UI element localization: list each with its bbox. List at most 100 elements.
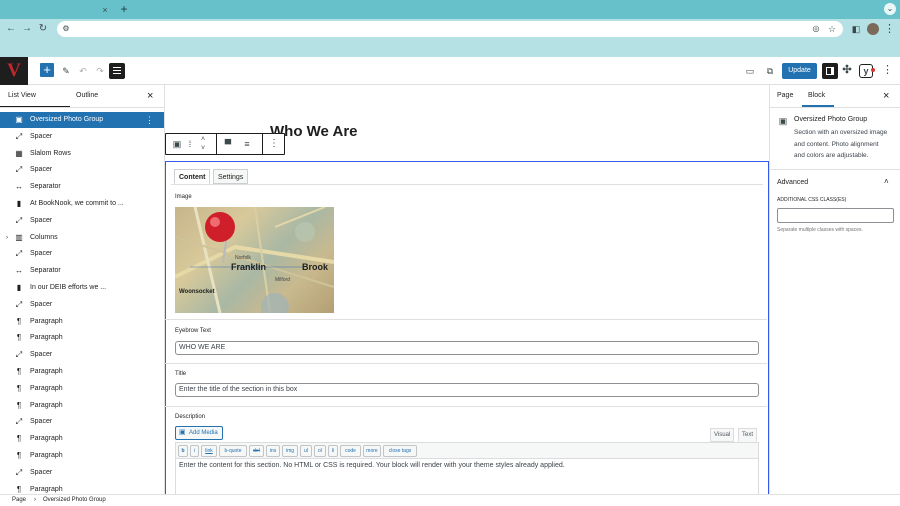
- quicktag-button[interactable]: ins: [266, 445, 280, 457]
- tab-search-button[interactable]: ⌄: [884, 3, 896, 15]
- options-menu-icon[interactable]: ⋮: [882, 65, 893, 76]
- tab-list-view[interactable]: List View: [8, 85, 36, 107]
- document-overview-button[interactable]: [109, 63, 125, 79]
- image-label: Image: [175, 194, 192, 200]
- settings-panel-button[interactable]: [822, 63, 838, 79]
- quicktag-button[interactable]: img: [282, 445, 298, 457]
- profile-avatar[interactable]: [867, 23, 879, 35]
- view-post-icon[interactable]: ⧉: [764, 66, 776, 76]
- update-button[interactable]: Update: [782, 63, 817, 79]
- paragraph-icon: ¶: [16, 316, 22, 326]
- list-view-item[interactable]: ⤢ Spacer: [0, 246, 164, 262]
- forward-button[interactable]: →: [21, 24, 33, 34]
- quicktag-button[interactable]: b-quote: [219, 445, 247, 457]
- site-info-icon[interactable]: ⚙: [61, 24, 71, 34]
- list-view-item[interactable]: ¶ Paragraph: [0, 381, 164, 397]
- quicktag-button[interactable]: link: [201, 445, 217, 457]
- advanced-section-toggle[interactable]: Advanced ˄: [770, 170, 900, 195]
- list-view-item[interactable]: ↔ Separator: [0, 263, 164, 279]
- list-view-item-label: Oversized Photo Group: [30, 116, 104, 123]
- css-class-input[interactable]: [777, 208, 894, 223]
- eyebrow-text-field[interactable]: WHO WE ARE: [175, 341, 759, 355]
- breadcrumb-page[interactable]: Page: [12, 495, 26, 506]
- block-inserter-button[interactable]: +: [40, 63, 54, 77]
- undo-icon[interactable]: ↶: [78, 66, 88, 76]
- add-media-button[interactable]: ▣ Add Media: [175, 426, 223, 440]
- expand-chevron-icon[interactable]: ›: [6, 230, 8, 246]
- close-settings-button[interactable]: ×: [883, 85, 889, 107]
- list-view-item-label: Spacer: [30, 216, 53, 224]
- tab-outline[interactable]: Outline: [76, 85, 98, 107]
- list-view-item[interactable]: ⤢ Spacer: [0, 129, 164, 145]
- sidebar-toggle-icon[interactable]: ◧: [851, 24, 861, 34]
- close-list-view-button[interactable]: ×: [147, 85, 153, 107]
- list-view-item[interactable]: ¶ Paragraph: [0, 364, 164, 380]
- quicktag-button[interactable]: ol: [314, 445, 326, 457]
- breadcrumb-block[interactable]: Oversized Photo Group: [43, 495, 106, 506]
- quicktag-button[interactable]: code: [340, 445, 361, 457]
- eye-off-icon[interactable]: ◎: [811, 24, 821, 34]
- list-view-item[interactable]: › ▥ Columns: [0, 230, 164, 246]
- list-view-item-label: Columns: [30, 233, 58, 241]
- css-class-label: ADDITIONAL CSS CLASS(ES): [777, 197, 847, 203]
- quicktag-button[interactable]: more: [363, 445, 381, 457]
- list-view-item[interactable]: ▣ Oversized Photo Group ⋮: [0, 112, 164, 128]
- list-view-item[interactable]: ⤢ Spacer: [0, 414, 164, 430]
- site-logo[interactable]: V: [0, 57, 28, 85]
- plugin-icon[interactable]: ✣: [841, 65, 853, 76]
- media-position-icon[interactable]: ▀: [222, 139, 234, 149]
- list-view-item[interactable]: ¶ Paragraph: [0, 330, 164, 346]
- list-view-item[interactable]: ⤢ Spacer: [0, 465, 164, 481]
- browser-menu-button[interactable]: ⋮: [884, 24, 895, 35]
- tab-page[interactable]: Page: [777, 85, 793, 107]
- list-view-item[interactable]: ▮ At BookNook, we commit to ...: [0, 196, 164, 212]
- move-up-down-icon[interactable]: ˄ ˅: [198, 135, 208, 153]
- item-options-icon[interactable]: ⋮: [145, 112, 154, 128]
- block-options-icon[interactable]: ⋮: [269, 139, 279, 149]
- list-view-item[interactable]: ⤢ Spacer: [0, 213, 164, 229]
- list-view-item[interactable]: ⤢ Spacer: [0, 347, 164, 363]
- list-view-item[interactable]: ⤢ Spacer: [0, 162, 164, 178]
- list-view-item[interactable]: ¶ Paragraph: [0, 398, 164, 414]
- text-tab[interactable]: Text: [738, 428, 758, 442]
- back-button[interactable]: ←: [5, 24, 17, 34]
- spacer-icon: ⤢: [15, 467, 23, 477]
- reload-button[interactable]: ↻: [37, 24, 49, 34]
- quicktag-button[interactable]: b: [178, 445, 188, 457]
- list-view-item[interactable]: ¶ Paragraph: [0, 482, 164, 495]
- seo-status-dot: [871, 68, 875, 72]
- bookmark-star-icon[interactable]: ☆: [827, 24, 837, 34]
- quicktag-button[interactable]: del: [249, 445, 264, 457]
- list-view-item-label: Spacer: [30, 418, 53, 426]
- breadcrumb-separator: ›: [34, 497, 36, 503]
- list-view-item[interactable]: ¶ Paragraph: [0, 448, 164, 464]
- list-view-item[interactable]: ▦ Slalom Rows: [0, 146, 164, 162]
- map-photo[interactable]: Franklin Brook Norfolk Woonsocket Milfor…: [175, 207, 334, 313]
- quicktag-button[interactable]: close tags: [383, 445, 417, 457]
- quicktag-button[interactable]: ul: [300, 445, 312, 457]
- visual-tab[interactable]: Visual: [710, 428, 735, 442]
- list-view-item[interactable]: ⤢ Spacer: [0, 297, 164, 313]
- quicktag-button[interactable]: i: [190, 445, 199, 457]
- list-view-item[interactable]: ¶ Paragraph: [0, 314, 164, 330]
- tab-underline: [171, 184, 763, 185]
- tab-settings[interactable]: Settings: [213, 169, 249, 184]
- view-desktop-icon[interactable]: ▭: [744, 66, 756, 76]
- redo-icon[interactable]: ↷: [95, 66, 105, 76]
- title-field[interactable]: Enter the title of the section in this b…: [175, 383, 759, 397]
- list-view-item[interactable]: ¶ Paragraph: [0, 431, 164, 447]
- align-icon[interactable]: ≡: [241, 139, 253, 149]
- description-textarea[interactable]: Enter the content for this section. No H…: [175, 459, 759, 495]
- drag-handle-icon[interactable]: ⁞: [186, 139, 194, 149]
- list-view-item[interactable]: ↔ Separator: [0, 179, 164, 195]
- new-tab-button[interactable]: +: [119, 3, 129, 15]
- tab-block[interactable]: Block: [808, 85, 825, 107]
- block-type-image-icon[interactable]: ▣: [171, 139, 183, 149]
- tab-close-icon[interactable]: ×: [100, 5, 110, 15]
- field-divider: [165, 363, 767, 364]
- list-view-item[interactable]: ▮ In our DEIB efforts we ...: [0, 280, 164, 296]
- tab-content[interactable]: Content: [174, 169, 211, 184]
- address-bar[interactable]: ⚙ ◎ ☆: [57, 21, 843, 37]
- tools-pencil-icon[interactable]: ✎: [61, 66, 71, 76]
- quicktag-button[interactable]: li: [328, 445, 338, 457]
